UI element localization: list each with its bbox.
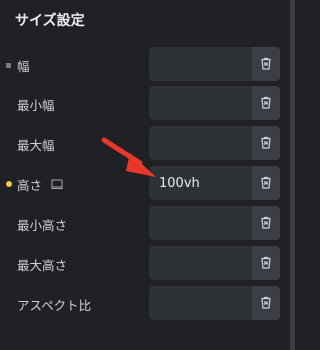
- row-label: 最大高さ: [17, 257, 68, 273]
- row-label: 高さ: [17, 177, 43, 193]
- unit-clear-button[interactable]: [252, 126, 280, 160]
- unit-clear-button[interactable]: [252, 166, 280, 200]
- max-width-input[interactable]: [149, 126, 250, 160]
- modified-indicator: [6, 181, 12, 187]
- height-input[interactable]: 100vh: [149, 166, 250, 200]
- max-height-field[interactable]: [149, 246, 280, 280]
- size-row-min-height: 最小高さ: [0, 206, 290, 242]
- row-label: 最大幅: [17, 137, 55, 153]
- unit-clear-icon: [261, 296, 271, 309]
- unit-clear-icon: [261, 216, 271, 229]
- unit-clear-button[interactable]: [252, 246, 280, 280]
- unit-clear-button[interactable]: [252, 286, 280, 320]
- row-label: 最小高さ: [17, 217, 68, 233]
- unit-clear-icon: [261, 176, 271, 189]
- unit-clear-icon: [261, 136, 271, 149]
- row-label: 幅: [17, 58, 30, 74]
- size-row-aspect-ratio: アスペクト比: [0, 286, 290, 322]
- min-height-field[interactable]: [149, 206, 280, 240]
- row-label: アスペクト比: [17, 297, 92, 313]
- size-row-max-height: 最大高さ: [0, 246, 290, 282]
- red-arrow-icon: [101, 137, 156, 177]
- set-indicator: [6, 63, 11, 68]
- size-row-width: 幅: [0, 47, 290, 83]
- unit-clear-icon: [261, 96, 271, 109]
- height-field[interactable]: 100vh: [149, 166, 280, 200]
- scrollbar[interactable]: [290, 0, 295, 350]
- aspect-ratio-field[interactable]: [149, 286, 280, 320]
- unit-clear-button[interactable]: [252, 47, 280, 81]
- min-width-input[interactable]: [149, 86, 250, 120]
- unit-clear-button[interactable]: [252, 86, 280, 120]
- width-input[interactable]: [149, 47, 250, 81]
- panel-title: サイズ設定: [15, 13, 85, 29]
- min-width-field[interactable]: [149, 86, 280, 120]
- size-row-min-width: 最小幅: [0, 86, 290, 122]
- max-width-field[interactable]: [149, 126, 280, 160]
- aspect-ratio-input[interactable]: [149, 286, 250, 320]
- max-height-input[interactable]: [149, 246, 250, 280]
- width-field[interactable]: [149, 47, 280, 81]
- desktop-icon[interactable]: [50, 177, 64, 191]
- unit-clear-icon: [261, 57, 271, 70]
- unit-clear-button[interactable]: [252, 206, 280, 240]
- min-height-input[interactable]: [149, 206, 250, 240]
- row-label: 最小幅: [17, 97, 55, 113]
- unit-clear-icon: [261, 256, 271, 269]
